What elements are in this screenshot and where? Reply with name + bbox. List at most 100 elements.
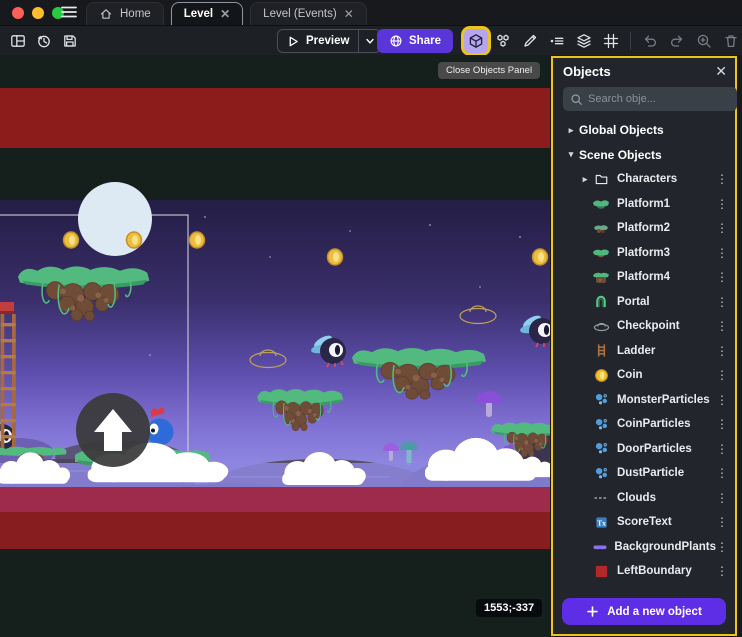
main-menu-icon[interactable] [58, 4, 80, 22]
svg-text:Tx: Tx [597, 518, 606, 527]
object-menu-icon[interactable]: ⋮ [716, 295, 728, 309]
object-menu-icon[interactable]: ⋮ [716, 393, 728, 407]
object-menu-icon[interactable]: ⋮ [716, 270, 728, 284]
moon-cloud-object[interactable] [78, 182, 152, 256]
coin-thumbnail-icon [591, 367, 611, 383]
toolbar-separator [630, 32, 631, 50]
instance-properties-icon[interactable] [545, 29, 569, 53]
tree-folder[interactable]: ▸ Characters⋮ [553, 167, 735, 192]
home-icon [99, 7, 113, 21]
redo-icon[interactable] [665, 29, 689, 53]
object-label: Platform4 [617, 271, 670, 283]
platform-d-thumbnail-icon [591, 269, 611, 285]
section-label: Global Objects [579, 123, 664, 137]
add-new-object-label: Add a new object [607, 606, 702, 618]
close-panel-button[interactable]: ✕ [715, 64, 727, 78]
object-menu-icon[interactable]: ⋮ [716, 197, 728, 211]
tab-level-events-[interactable]: Level (Events)✕ [250, 2, 367, 25]
object-row[interactable]: CoinParticles ⋮ [553, 412, 735, 437]
object-row[interactable]: MonsterParticles⋮ [553, 388, 735, 413]
section-label: Scene Objects [579, 148, 662, 162]
coin-object[interactable] [533, 249, 548, 265]
tree-section[interactable]: ▸ Global Objects [553, 118, 735, 143]
object-menu-icon[interactable]: ⋮ [716, 515, 728, 529]
red-square-thumbnail-icon [591, 563, 611, 579]
object-menu-icon[interactable]: ⋮ [716, 466, 728, 480]
object-row[interactable]: Checkpoint ⋮ [553, 314, 735, 339]
object-row[interactable]: Clouds⋮ [553, 486, 735, 511]
object-row[interactable]: Coin ⋮ [553, 363, 735, 388]
jump-touch-button[interactable] [76, 393, 150, 467]
object-menu-icon[interactable]: ⋮ [716, 344, 728, 358]
object-label: Portal [617, 296, 650, 308]
coin-object[interactable] [190, 232, 205, 248]
object-label: Ladder [617, 345, 655, 357]
objects-panel: Objects ✕ ▸ Global Objects ▾ Scene Objec… [551, 56, 737, 636]
object-menu-icon[interactable]: ⋮ [716, 442, 728, 456]
close-tab-icon[interactable]: ✕ [344, 8, 354, 20]
object-menu-icon[interactable]: ⋮ [716, 491, 728, 505]
trash-icon[interactable] [719, 29, 742, 53]
object-menu-icon[interactable]: ⋮ [716, 319, 728, 333]
undo-icon[interactable] [638, 29, 662, 53]
object-row[interactable]: DoorParticles⋮ [553, 437, 735, 462]
tree-section[interactable]: ▾ Scene Objects [553, 143, 735, 168]
object-row[interactable]: Platform1⋮ [553, 192, 735, 217]
object-menu-icon[interactable]: ⋮ [716, 564, 728, 578]
object-label: Checkpoint [617, 320, 680, 332]
bottom-red-band [0, 512, 550, 549]
object-menu-icon[interactable]: ⋮ [716, 368, 728, 382]
object-row[interactable]: DustParticle ⋮ [553, 461, 735, 486]
history-icon[interactable] [32, 29, 56, 53]
object-row[interactable]: Platform4 ⋮ [553, 265, 735, 290]
close-tab-icon[interactable]: ✕ [220, 8, 230, 20]
object-menu-icon[interactable]: ⋮ [716, 540, 728, 554]
title-bar: Home Level✕ Level (Events)✕ [0, 0, 742, 25]
pencil-icon[interactable] [518, 29, 542, 53]
object-row[interactable]: Tx ScoreText⋮ [553, 510, 735, 535]
share-label: Share [409, 35, 441, 47]
zoom-in-icon[interactable] [692, 29, 716, 53]
traffic-lights [12, 7, 64, 19]
object-row[interactable]: Portal ⋮ [553, 290, 735, 315]
layers-icon[interactable] [572, 29, 596, 53]
object-label: Platform3 [617, 247, 670, 259]
tab-level[interactable]: Level✕ [171, 2, 243, 25]
object-row[interactable]: LeftBoundary⋮ [553, 559, 735, 584]
object-menu-icon[interactable]: ⋮ [716, 246, 728, 260]
object-label: Coin [617, 369, 643, 381]
scene-editor-canvas[interactable] [0, 55, 550, 637]
object-label: BackgroundPlants [614, 541, 716, 553]
object-row[interactable]: Platform3 ⋮ [553, 241, 735, 266]
save-icon[interactable] [58, 29, 82, 53]
object-groups-icon[interactable] [491, 29, 515, 53]
object-label: CoinParticles [617, 418, 691, 430]
object-row[interactable]: Platform2⋮ [553, 216, 735, 241]
object-menu-icon[interactable]: ⋮ [716, 172, 728, 186]
coin-object[interactable] [328, 249, 343, 265]
object-row[interactable]: Ladder ⋮ [553, 339, 735, 364]
toolbar-left-icons [6, 29, 82, 53]
object-row[interactable]: BackgroundPlants⋮ [553, 535, 735, 560]
portal-thumbnail-icon [591, 294, 611, 310]
preview-button[interactable]: Preview [278, 35, 358, 48]
minimize-window-button[interactable] [32, 7, 44, 19]
objects-panel-title: Objects [563, 64, 715, 79]
grid-icon[interactable] [599, 29, 623, 53]
add-new-object-button[interactable]: Add a new object [562, 598, 726, 625]
close-panel-tooltip: Close Objects Panel [438, 62, 540, 79]
panels-icon[interactable] [6, 29, 30, 53]
coin-object[interactable] [127, 232, 142, 248]
tab-home[interactable]: Home [86, 2, 164, 25]
object-menu-icon[interactable]: ⋮ [716, 417, 728, 431]
share-button[interactable]: Share [377, 29, 453, 53]
objects-cube-icon[interactable] [464, 29, 488, 53]
platform-b-thumbnail-icon [591, 220, 611, 236]
search-input[interactable] [588, 93, 730, 105]
close-window-button[interactable] [12, 7, 24, 19]
scene-render [0, 55, 550, 637]
coin-object[interactable] [64, 232, 79, 248]
object-label: DustParticle [617, 467, 684, 479]
search-row [563, 86, 727, 112]
object-menu-icon[interactable]: ⋮ [716, 221, 728, 235]
